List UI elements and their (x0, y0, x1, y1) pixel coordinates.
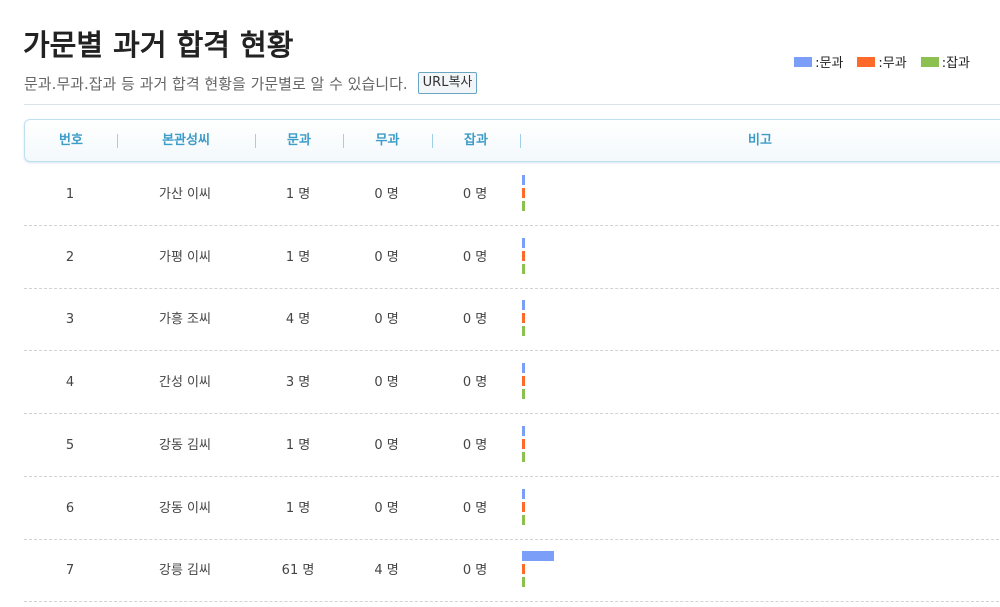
bar-mungwa (522, 175, 525, 185)
legend: :문과 :무과 :잡과 (780, 52, 970, 71)
cell-mugwa: 0 명 (374, 437, 399, 453)
cell-mugwa: 0 명 (374, 312, 399, 328)
cell-clan: 강동 이씨 (159, 500, 211, 516)
remarks-bar-group (522, 551, 922, 591)
legend-label-japgwa: :잡과 (941, 56, 970, 71)
bar-mugwa (522, 313, 525, 324)
legend-item-mungwa: :문과 (794, 52, 843, 71)
table-row: 6 강동 이씨 1 명 0 명 0 명 (24, 478, 1000, 540)
bar-mungwa (522, 363, 525, 374)
remarks-bar-group (522, 175, 922, 215)
column-header-number: 번호 (59, 133, 83, 148)
bar-mugwa (522, 438, 525, 449)
legend-item-mugwa: :무과 (857, 52, 907, 71)
cell-mugwa: 0 명 (374, 375, 399, 391)
cell-clan: 강동 김씨 (159, 437, 211, 453)
legend-swatch-mungwa (794, 56, 813, 67)
legend-label-mugwa: :무과 (878, 56, 907, 71)
cell-japgwa: 0 명 (462, 187, 488, 202)
table-row: 4 간성 이씨 3 명 0 명 0 명 (24, 352, 1000, 415)
table-row: 2 가평 이씨 1 명 0 명 0 명 (24, 227, 1000, 289)
page-title: 가문별 과거 합격 현황 (23, 28, 294, 62)
cell-mungwa: 4 명 (285, 312, 311, 328)
bar-japgwa (522, 326, 525, 337)
bar-mungwa (522, 488, 525, 499)
bar-mugwa (522, 501, 525, 512)
legend-label-mungwa: :문과 (815, 56, 844, 71)
column-header-mugwa: 무과 (375, 133, 400, 148)
cell-number: 2 (65, 249, 75, 265)
cell-japgwa: 0 명 (462, 500, 488, 516)
cell-mungwa: 3 명 (285, 375, 311, 391)
cell-japgwa: 0 명 (462, 375, 488, 391)
cell-mugwa: 0 명 (374, 249, 399, 265)
cell-number: 6 (65, 500, 75, 516)
cell-clan: 간성 이씨 (159, 375, 211, 391)
bar-japgwa (522, 201, 525, 211)
bar-japgwa (522, 263, 525, 274)
remarks-bar-group (522, 488, 922, 529)
bar-mungwa (522, 237, 525, 248)
table-header: 번호 본관성씨 문과 무과 잡과 비고 (24, 119, 1000, 162)
cell-number: 5 (65, 437, 75, 453)
bar-mugwa (522, 250, 525, 261)
page-description: 문과.무과.잡과 등 과거 합격 현황을 가문별로 알 수 있습니다. URL복… (24, 72, 478, 94)
bar-mungwa (522, 551, 554, 562)
bar-japgwa (522, 451, 525, 462)
bar-mugwa (522, 376, 525, 387)
cell-japgwa: 0 명 (462, 249, 488, 265)
column-header-clan: 본관성씨 (162, 133, 210, 148)
table-row: 3 가흥 조씨 4 명 0 명 0 명 (24, 289, 1000, 352)
cell-mungwa: 1 명 (285, 500, 311, 516)
cell-clan: 가산 이씨 (159, 187, 211, 202)
legend-swatch-japgwa (920, 56, 939, 67)
cell-number: 3 (65, 312, 75, 328)
url-copy-button[interactable]: URL복사 (417, 72, 478, 94)
table-row: 1 가산 이씨 1 명 0 명 0 명 (24, 164, 1000, 226)
cell-mugwa: 0 명 (374, 500, 399, 516)
cell-mungwa: 1 명 (285, 437, 311, 453)
bar-mugwa (522, 188, 525, 198)
cell-clan: 강릉 김씨 (159, 563, 211, 579)
column-header-remarks: 비고 (748, 133, 772, 148)
cell-number: 1 (65, 187, 75, 202)
remarks-bar-group (522, 237, 922, 278)
column-header-mungwa: 문과 (287, 133, 311, 148)
cell-japgwa: 0 명 (462, 563, 488, 579)
cell-japgwa: 0 명 (462, 437, 488, 453)
legend-item-japgwa: :잡과 (920, 52, 970, 71)
table-row: 7 강릉 김씨 61 명 4 명 0 명 (24, 540, 1000, 603)
legend-swatch-mugwa (857, 56, 876, 67)
bar-japgwa (522, 577, 525, 588)
bar-mungwa (522, 425, 525, 436)
bar-mungwa (522, 300, 525, 311)
cell-clan: 가흥 조씨 (159, 312, 211, 328)
cell-mungwa: 61 명 (281, 563, 315, 579)
remarks-bar-group (522, 300, 922, 340)
bar-japgwa (522, 389, 525, 400)
cell-mungwa: 1 명 (285, 187, 311, 202)
cell-number: 7 (65, 563, 75, 579)
bar-mugwa (522, 564, 525, 575)
remarks-bar-group (522, 425, 922, 466)
table-row: 5 강동 김씨 1 명 0 명 0 명 (24, 415, 1000, 477)
header-divider (24, 104, 1000, 105)
description-text: 문과.무과.잡과 등 과거 합격 현황을 가문별로 알 수 있습니다. (24, 74, 408, 93)
cell-mugwa: 0 명 (374, 187, 399, 202)
remarks-bar-group (522, 363, 922, 403)
cell-japgwa: 0 명 (462, 312, 488, 328)
cell-mungwa: 1 명 (285, 249, 311, 265)
cell-clan: 가평 이씨 (159, 249, 211, 265)
cell-mugwa: 4 명 (374, 563, 399, 579)
bar-japgwa (522, 514, 525, 525)
cell-number: 4 (65, 375, 75, 391)
column-header-japgwa: 잡과 (464, 133, 488, 148)
